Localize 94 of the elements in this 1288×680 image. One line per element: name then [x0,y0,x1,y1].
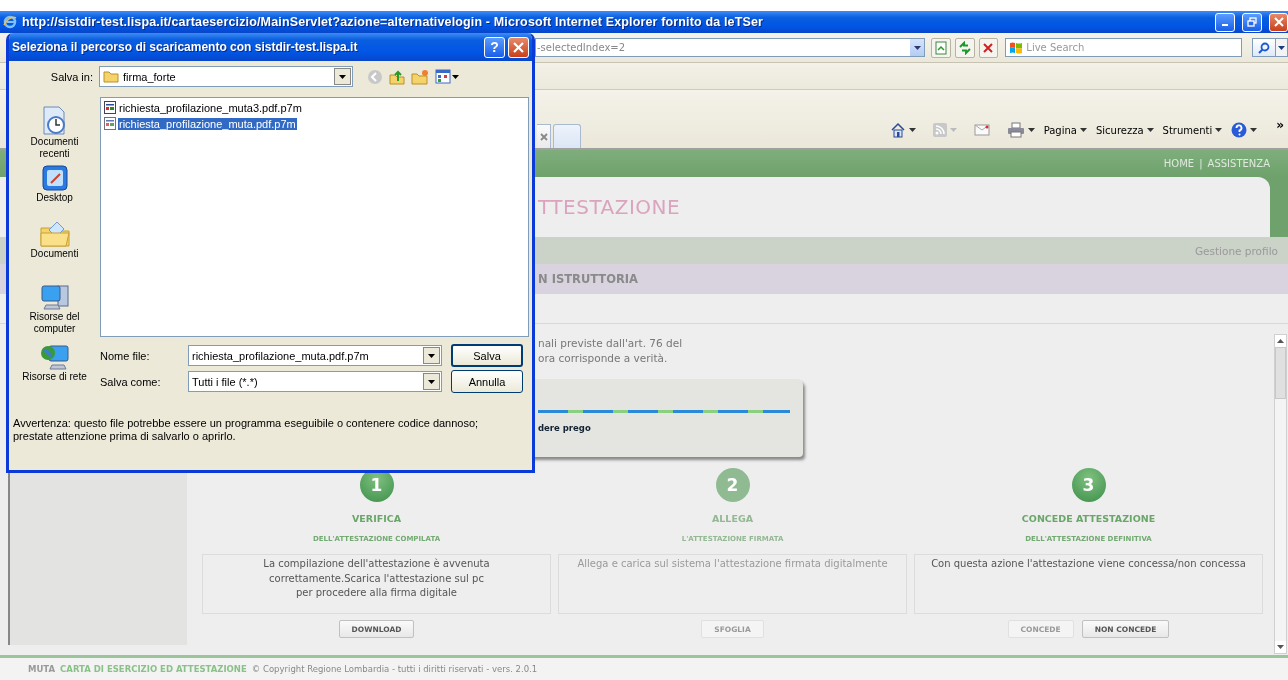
file-icon [104,117,116,130]
warning-text: Avvertenza: questo file potrebbe essere un programma eseguibile o contenere codice dannoso; prestate attenzione prima di salvarlo o aprirlo. [13,417,480,443]
caret-icon[interactable] [908,128,916,132]
file-item[interactable]: richiesta_profilazione_muta3.pdf.p7m [104,101,525,114]
view-menu-button[interactable] [435,69,459,84]
close-button[interactable] [1269,12,1288,32]
footer-title: CARTA DI ESERCIZIO ED ATTESTAZIONE [60,664,247,674]
network-icon [39,343,70,371]
file-icon [104,101,116,114]
command-menu[interactable]: Strumenti [1160,124,1225,136]
save-in-label: Salva in: [49,70,94,83]
step-number: 2 [715,468,750,502]
mail-icon[interactable] [973,124,990,136]
caret-icon[interactable] [1250,128,1258,132]
search-box[interactable]: Live Search [1005,38,1243,57]
stop-icon [982,41,995,54]
restore-button[interactable] [1242,12,1262,32]
folder-icon [103,70,119,83]
cancel-button[interactable]: Annulla [451,370,523,393]
caret-icon[interactable] [1146,128,1154,132]
desktop-icon [40,164,69,192]
flag-logo-icon [1009,41,1024,54]
command-menu[interactable]: Sicurezza [1093,124,1156,136]
address-field[interactable]: -selectedIndex=2 [535,38,926,57]
declaration-text: nali previste dall'art. 76 del ora corrisponde a verità. [538,336,683,366]
print-icon[interactable] [1006,122,1025,138]
status-text: N ISTRUTTORIA [538,272,638,286]
refresh-icon [957,40,972,55]
file-name-label: Nome file: [100,349,151,362]
save-button[interactable]: Salva [451,344,523,367]
browser-tab[interactable] [537,124,551,148]
dialog-title: Seleziona il percorso di scaricamento con sistdir-test.lispa.it [12,40,359,54]
go-button[interactable] [931,37,951,58]
up-arrow-icon[interactable] [1277,339,1284,343]
caret-icon[interactable] [428,379,435,384]
computer-icon [39,283,70,311]
browser-logo-icon [3,15,17,29]
file-name-field[interactable]: richiesta_profilazione_muta.pdf.p7m [188,345,442,366]
close-icon [1273,17,1284,27]
places-item[interactable]: Documenti recenti [9,92,100,160]
folder-icon [38,220,71,248]
step-number: 3 [1071,468,1106,502]
page-heading: TTESTAZIONE [538,195,681,219]
search-button[interactable] [1252,38,1277,57]
link-separator: | [1199,158,1203,169]
places-item[interactable]: Documenti [9,216,100,278]
close-button[interactable] [508,36,529,58]
caret-icon[interactable] [913,45,921,50]
caret-icon[interactable] [1278,45,1286,50]
file-item[interactable]: richiesta_profilazione_muta.pdf.p7m [104,117,525,130]
description-line: per procedere alla firma digitale [296,586,457,600]
file-type-dropdown[interactable]: Tutti i file (*.*) [188,371,442,392]
description-line: Con questa azione l'attestazione viene concessa/non concessa [931,557,1246,571]
places-item[interactable]: Desktop [9,160,100,216]
save-in-dropdown[interactable]: firma_forte [99,66,353,87]
description-line: La compilazione dell'attestazione è avvenuta [263,557,490,571]
stop-button[interactable] [978,37,999,58]
refresh-button[interactable] [954,37,975,58]
caret-icon[interactable] [339,74,346,79]
close-icon[interactable] [539,132,548,141]
places-item[interactable]: Risorse del computer [9,278,100,340]
dropdown-button[interactable] [910,39,925,56]
loading-message: dere prego [538,423,591,433]
scroll-thumb[interactable] [1275,347,1286,399]
minimize-button[interactable] [1215,12,1235,32]
caret-icon[interactable] [1027,128,1035,132]
down-arrow-icon[interactable] [1277,645,1284,649]
step-title: CONCEDE ATTESTAZIONE [1021,513,1156,524]
places-item[interactable]: Risorse di rete [9,340,100,390]
folder-up-icon[interactable] [389,68,405,85]
scrollbar[interactable] [1274,334,1287,654]
search-options-button[interactable] [1276,38,1288,57]
command-menu[interactable]: Pagina [1041,124,1089,136]
copyright-text: © Copyright Regione Lombardia - tutti i diritti riservati - vers. 2.0.1 [251,664,538,674]
description-line: correttamente.Scarica l'attestazione sul pc [269,571,484,586]
step-title: ALLEGA [711,513,754,524]
caret-icon[interactable] [452,74,459,79]
file-type-label: Salva come: [100,375,162,388]
home-icon[interactable] [889,122,906,138]
step-title: VERIFICA [351,513,401,524]
caret-icon[interactable] [1079,128,1087,132]
description-line: Allega e carica sul sistema l'attestazione firmata digitalmente [577,557,888,571]
close-icon [513,41,524,53]
search-field[interactable]: Live Search [1026,42,1227,53]
window-title: http://sistdir-test.lispa.it/cartaesercizio/MainServlet?azione=alternativelogin - Microsoft Internet Explorer fornito da leTSer [22,15,765,29]
help-icon[interactable] [1231,122,1248,138]
caret-icon[interactable] [1215,128,1223,132]
restore-icon [1247,17,1257,27]
page-icon [933,40,948,55]
caret-icon[interactable] [428,353,435,358]
search-icon [1258,41,1271,54]
overflow-button[interactable]: » [1274,118,1286,132]
footer-brand: MUTA [28,664,56,674]
help-button[interactable]: ? [484,36,505,58]
